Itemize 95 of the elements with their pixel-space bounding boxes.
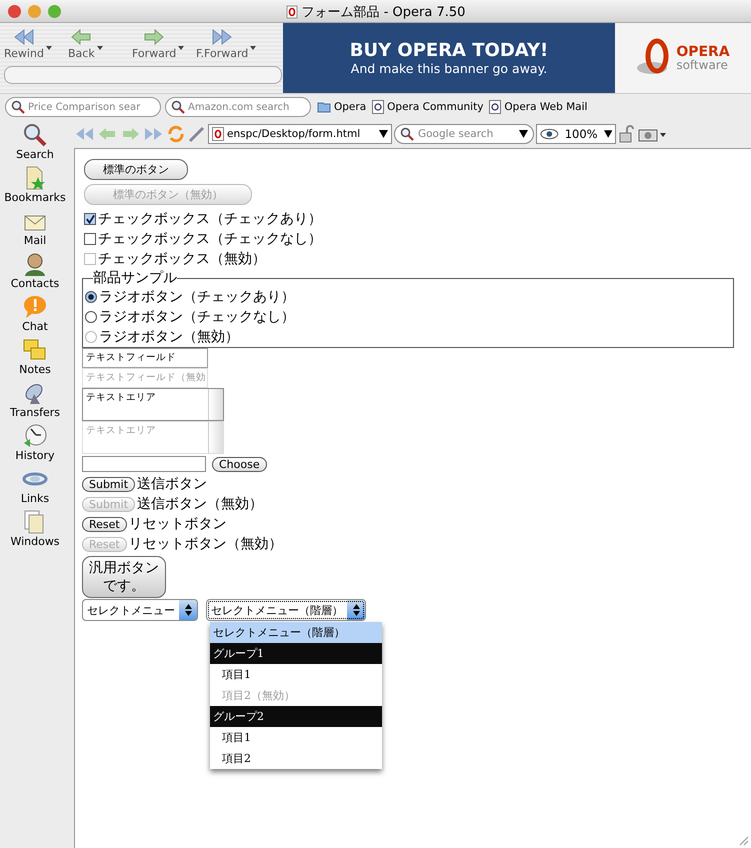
double-left-arrow-icon (12, 27, 36, 47)
push-button[interactable]: 標準のボタン (84, 159, 188, 180)
file-path-field[interactable] (82, 456, 206, 472)
checkbox[interactable] (84, 233, 96, 245)
banner-subline: And make this banner go away. (350, 61, 548, 76)
person-icon (22, 251, 48, 277)
sidebar-item[interactable]: Mail (22, 208, 48, 251)
search-field[interactable]: Price Comparison sear (5, 97, 161, 117)
checkbox[interactable] (84, 213, 96, 225)
sidebar-item[interactable]: History (15, 423, 55, 466)
sidebar-item[interactable]: Search (16, 122, 54, 165)
choose-file-button[interactable]: Choose (212, 456, 267, 472)
checkbox-label: チェックボックス（チェックあり） (98, 210, 322, 228)
nav-button[interactable]: Forward (130, 27, 178, 60)
bookmark-link[interactable]: Opera (334, 101, 366, 113)
at-sign-page-icon (372, 100, 384, 114)
button-caption: リセットボタン (128, 515, 227, 533)
nav-button[interactable]: Rewind (2, 27, 46, 60)
sidebar-item[interactable]: Transfers (10, 380, 60, 423)
logo-wordmark: OPERA (676, 45, 730, 59)
window-title: フォーム部品 - Opera 7.50 (302, 4, 466, 21)
dropdown-arrow-icon (519, 130, 528, 138)
at-sign-page-icon (489, 100, 502, 114)
search-icon (400, 127, 414, 141)
stepper-arrows-icon (184, 604, 192, 616)
option-group-header: グループ1 (210, 643, 382, 664)
text-field[interactable]: テキストフィールド (82, 348, 208, 368)
sidebar-item[interactable]: Bookmarks (4, 165, 66, 208)
logo-subtitle: software (676, 59, 729, 71)
radio-button[interactable] (85, 311, 97, 323)
sidebar-item[interactable]: Links (20, 466, 50, 509)
dropdown-arrow-icon (604, 130, 612, 138)
caret-icon[interactable] (46, 46, 52, 50)
close-button[interactable] (8, 4, 21, 18)
search-field[interactable]: Amazon.com search (165, 97, 311, 117)
radio-button[interactable] (85, 291, 97, 303)
select-menu[interactable]: セレクトメニュー (82, 599, 198, 622)
search-icon (22, 122, 48, 148)
nav-button[interactable]: F.Forward (194, 27, 250, 60)
sidebar-item[interactable]: Windows (10, 509, 60, 552)
button-caption: 送信ボタン (137, 475, 208, 493)
search-icon (171, 100, 185, 114)
dropdown-arrow-icon (379, 130, 388, 138)
search-field[interactable]: Google search (394, 124, 534, 144)
caret-icon[interactable] (178, 46, 184, 50)
bookmark-link[interactable]: Opera Community (387, 101, 484, 113)
left-arrow-icon (69, 27, 94, 47)
banner-headline: BUY OPERA TODAY! (350, 40, 548, 61)
form-button[interactable]: Submit (82, 476, 136, 492)
radio-label: ラジオボタン（チェックあり） (99, 288, 295, 306)
right-arrow-icon (142, 27, 166, 47)
checkbox-label: チェックボックス（無効） (98, 250, 266, 268)
sidebar-item[interactable]: Notes (19, 337, 51, 380)
padlock-icon[interactable] (618, 125, 636, 143)
radio-label: ラジオボタン（無効） (99, 328, 239, 346)
dropdown-option[interactable]: セレクトメニュー（階層） (210, 622, 382, 644)
bookmark-link[interactable]: Opera Web Mail (504, 101, 588, 113)
search-icon (11, 100, 25, 114)
radio-label: ラジオボタン（チェックなし） (99, 308, 295, 326)
stepper-arrows-icon (352, 604, 360, 616)
page-icon (212, 127, 224, 141)
speech-bubble-icon (22, 294, 48, 320)
button-caption: 送信ボタン（無効） (137, 495, 264, 513)
scrollbar[interactable] (208, 389, 223, 420)
fieldset-legend: 部品サンプル (93, 269, 177, 287)
address-field[interactable]: enspc/Desktop/form.html (208, 124, 392, 144)
reload-icon[interactable] (166, 124, 186, 144)
button-caption: リセットボタン（無効） (128, 535, 283, 553)
form-button[interactable]: Reset (82, 516, 127, 532)
nav-button[interactable]: Back (66, 27, 97, 60)
generic-button[interactable]: 汎用ボタンです。 (82, 556, 166, 598)
double-right-arrow-icon (210, 27, 234, 47)
sidebar-item[interactable]: Chat (22, 294, 48, 337)
pencil-icon[interactable] (188, 125, 206, 143)
option-group-header: グループ2 (210, 706, 382, 728)
resize-grip-icon[interactable] (737, 834, 749, 846)
caret-icon[interactable] (250, 46, 256, 50)
folder-icon (317, 100, 331, 114)
ad-banner[interactable]: BUY OPERA TODAY! And make this banner go away. (283, 23, 615, 93)
clock-icon (22, 423, 48, 449)
eye-icon (540, 128, 559, 140)
caret-icon[interactable] (96, 46, 103, 50)
sidebar-item[interactable]: Contacts (10, 251, 60, 294)
page-icon (286, 5, 298, 19)
minimize-button[interactable] (28, 4, 41, 18)
double-left-arrow-icon[interactable] (74, 127, 96, 141)
select-menu[interactable]: セレクトメニュー（階層） (206, 599, 366, 622)
double-right-arrow-icon[interactable] (142, 127, 164, 141)
text-area[interactable]: テキストエリア (82, 388, 224, 421)
checkbox-label: チェックボックス（チェックなし） (98, 230, 322, 248)
dropdown-option[interactable]: 項目2 (210, 748, 382, 770)
dropdown-option[interactable]: 項目1 (210, 727, 382, 748)
dropdown-option[interactable]: 項目1 (210, 664, 382, 686)
zoom-dropdown[interactable]: 100% (536, 124, 616, 144)
zoom-button[interactable] (48, 4, 61, 18)
